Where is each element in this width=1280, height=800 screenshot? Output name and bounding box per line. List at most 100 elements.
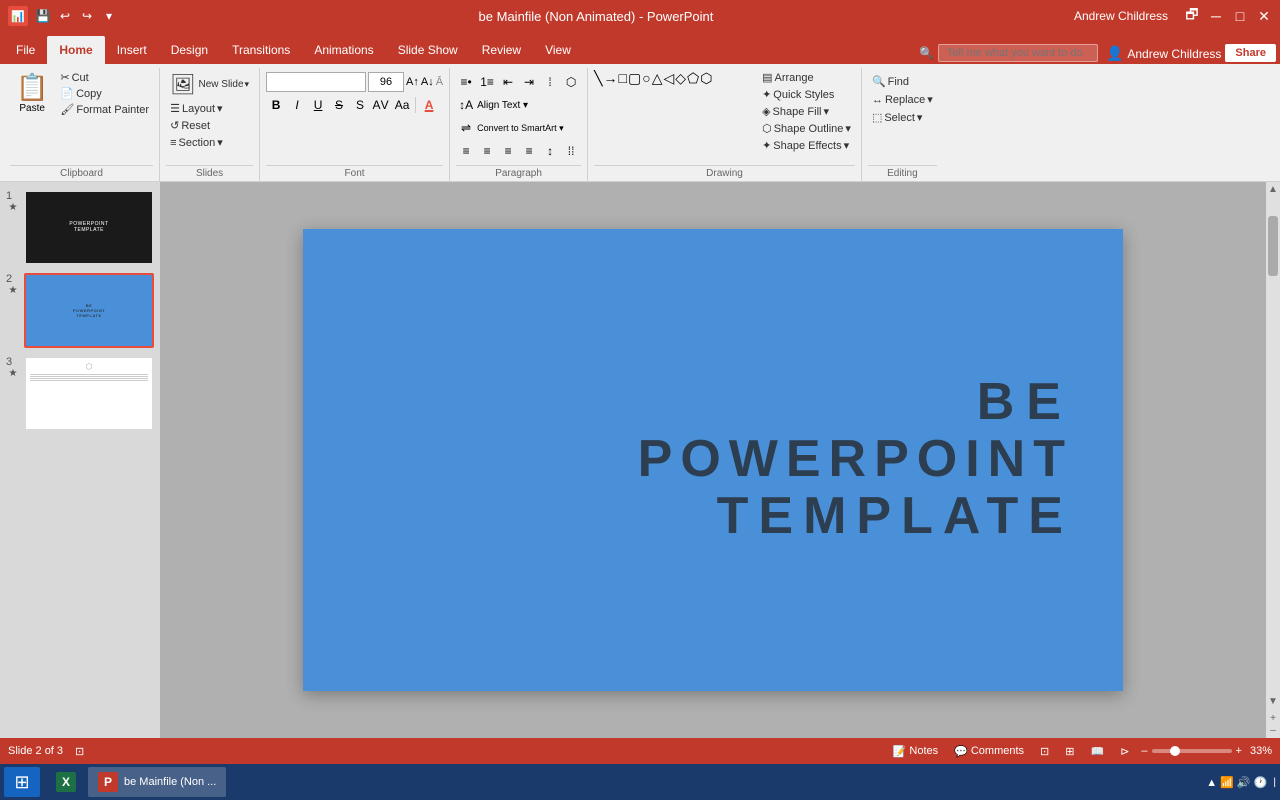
- font-size-increase[interactable]: A↑: [406, 76, 419, 88]
- tab-view[interactable]: View: [533, 36, 583, 64]
- quick-styles-button[interactable]: ✦ Quick Styles: [758, 87, 855, 102]
- save-btn[interactable]: 💾: [34, 7, 52, 25]
- reading-view-btn[interactable]: 📖: [1086, 745, 1108, 758]
- font-name-input[interactable]: [266, 72, 366, 92]
- zoom-bar[interactable]: [1152, 749, 1232, 753]
- present-btn[interactable]: ⊳: [1116, 745, 1133, 758]
- tab-file[interactable]: File: [4, 36, 47, 64]
- shape-arrow[interactable]: →: [604, 70, 618, 87]
- close-btn[interactable]: ✕: [1256, 8, 1272, 24]
- slide-fit-btn[interactable]: ⊡: [71, 745, 88, 758]
- copy-button[interactable]: 📄 Copy: [56, 86, 153, 101]
- italic-button[interactable]: I: [287, 95, 307, 115]
- scroll-thumb[interactable]: [1268, 216, 1278, 276]
- tab-transitions[interactable]: Transitions: [220, 36, 302, 64]
- shape-rtriangle[interactable]: ◁: [663, 70, 674, 87]
- notes-btn[interactable]: 📝 Notes: [889, 745, 942, 758]
- paste-button[interactable]: 📋 Paste: [10, 70, 54, 116]
- align-center-button[interactable]: ≡: [477, 141, 497, 161]
- zoom-out-btn[interactable]: –: [1270, 725, 1276, 736]
- minimize-btn[interactable]: ─: [1208, 8, 1224, 24]
- smartart-button[interactable]: ⬡: [561, 72, 581, 92]
- tab-review[interactable]: Review: [470, 36, 533, 64]
- shape-hexagon[interactable]: ⬡: [700, 70, 712, 87]
- taskbar-excel[interactable]: X: [46, 767, 86, 797]
- maximize-btn[interactable]: □: [1232, 8, 1248, 24]
- ribbon-search[interactable]: 🔍: [919, 44, 1098, 62]
- align-right-button[interactable]: ≡: [498, 141, 518, 161]
- shape-diamond[interactable]: ◇: [675, 70, 686, 87]
- vertical-scrollbar[interactable]: ▲ ▼ + –: [1266, 182, 1280, 738]
- arrange-button[interactable]: ▤ Arrange: [758, 70, 855, 85]
- slide-thumb-1[interactable]: POWERPOINTTEMPLATE: [24, 190, 154, 265]
- font-size-input[interactable]: [368, 72, 404, 92]
- underline-button[interactable]: U: [308, 95, 328, 115]
- font-size-decrease[interactable]: A↓: [421, 76, 434, 88]
- scroll-down-btn[interactable]: ▼: [1266, 694, 1280, 708]
- columns2-button[interactable]: ⁞⁞: [561, 141, 581, 161]
- char-spacing-button[interactable]: AV: [371, 95, 391, 115]
- share-btn[interactable]: Share: [1225, 44, 1276, 62]
- slide-thumb-2[interactable]: BEPOWERPOINTTEMPLATE: [24, 273, 154, 348]
- reset-button[interactable]: ↺ Reset: [166, 118, 253, 133]
- comments-btn[interactable]: 💬 Comments: [950, 745, 1028, 758]
- customize-btn[interactable]: ▾: [100, 7, 118, 25]
- layout-button[interactable]: ☰ Layout ▾: [166, 101, 253, 116]
- search-input[interactable]: [938, 44, 1098, 62]
- font-color-button[interactable]: A: [419, 95, 439, 115]
- columns-button[interactable]: ⁞: [540, 72, 560, 92]
- tab-home[interactable]: Home: [47, 36, 104, 64]
- taskbar-powerpoint[interactable]: P be Mainfile (Non ...: [88, 767, 226, 797]
- slide-item-2[interactable]: 2 ★ BEPOWERPOINTTEMPLATE: [6, 273, 154, 348]
- slide-sorter-btn[interactable]: ⊞: [1061, 745, 1078, 758]
- slide-thumb-3[interactable]: ⬡: [24, 356, 154, 431]
- new-slide-button[interactable]: 🖼 New Slide ▾: [166, 70, 253, 99]
- tab-design[interactable]: Design: [159, 36, 220, 64]
- numbering-button[interactable]: 1≡: [477, 72, 497, 92]
- increase-indent-button[interactable]: ⇥: [519, 72, 539, 92]
- cut-button[interactable]: ✂ Cut: [56, 70, 153, 85]
- tab-animations[interactable]: Animations: [302, 36, 385, 64]
- convert-label[interactable]: Convert to SmartArt ▾: [477, 123, 564, 134]
- shape-rounded-rect[interactable]: ▢: [628, 70, 641, 87]
- start-button[interactable]: ⊞: [4, 767, 40, 797]
- slide-item-1[interactable]: 1 ★ POWERPOINTTEMPLATE: [6, 190, 154, 265]
- replace-button[interactable]: ↔ Replace ▾: [868, 92, 937, 107]
- align-left-button[interactable]: ≡: [456, 141, 476, 161]
- clear-formatting[interactable]: Ā: [436, 76, 443, 88]
- decrease-indent-button[interactable]: ⇤: [498, 72, 518, 92]
- bold-button[interactable]: B: [266, 95, 286, 115]
- shape-oval[interactable]: ○: [642, 70, 650, 87]
- zoom-in-status[interactable]: +: [1236, 745, 1242, 757]
- shape-pentagon[interactable]: ⬠: [687, 70, 699, 87]
- find-button[interactable]: 🔍 Find: [868, 74, 937, 89]
- shape-fill-button[interactable]: ◈ Shape Fill ▾: [758, 104, 855, 119]
- normal-view-btn[interactable]: ⊡: [1036, 745, 1053, 758]
- zoom-slider[interactable]: – +: [1141, 745, 1242, 757]
- align-text-button[interactable]: Align Text ▾: [477, 100, 528, 111]
- shape-line[interactable]: ╲: [594, 70, 602, 87]
- text-direction-button[interactable]: ↕A: [456, 95, 476, 115]
- text-shadow-button[interactable]: S: [350, 95, 370, 115]
- justify-button[interactable]: ≡: [519, 141, 539, 161]
- show-desktop-btn[interactable]: |: [1273, 777, 1276, 788]
- tab-slideshow[interactable]: Slide Show: [386, 36, 470, 64]
- redo-btn[interactable]: ↪: [78, 7, 96, 25]
- change-case-button[interactable]: Aa: [392, 95, 412, 115]
- shape-effects-button[interactable]: ✦ Shape Effects ▾: [758, 138, 855, 153]
- convert-smartart-button[interactable]: ⇌: [456, 118, 476, 138]
- line-spacing-button[interactable]: ↕: [540, 141, 560, 161]
- bullets-button[interactable]: ≡•: [456, 72, 476, 92]
- strikethrough-button[interactable]: S: [329, 95, 349, 115]
- undo-btn[interactable]: ↩: [56, 7, 74, 25]
- shape-outline-button[interactable]: ⬡ Shape Outline ▾: [758, 121, 855, 136]
- slide-item-3[interactable]: 3 ★ ⬡: [6, 356, 154, 431]
- zoom-in-btn[interactable]: +: [1270, 713, 1276, 724]
- zoom-knob[interactable]: [1170, 746, 1180, 756]
- restore-btn[interactable]: 🗗: [1184, 8, 1200, 24]
- tab-insert[interactable]: Insert: [105, 36, 159, 64]
- slide-canvas[interactable]: BE POWERPOINT TEMPLATE: [303, 229, 1123, 691]
- section-button[interactable]: ≡ Section ▾: [166, 135, 253, 150]
- zoom-out-status[interactable]: –: [1141, 745, 1147, 757]
- shape-rect[interactable]: □: [619, 70, 627, 87]
